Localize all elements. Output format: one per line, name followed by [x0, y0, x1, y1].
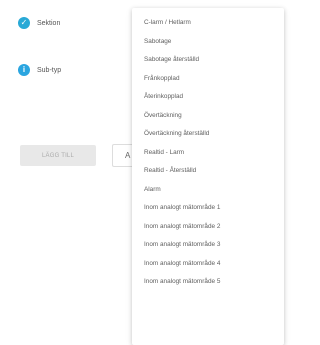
field-label-sektion: Sektion	[37, 19, 61, 27]
dropdown-option[interactable]: Övertäckning	[132, 107, 284, 126]
dropdown-option[interactable]: Sabotage återställd	[132, 51, 284, 70]
dropdown-option[interactable]: Inom analogt mätområde 2	[132, 218, 284, 237]
dropdown-option[interactable]: Realtid - Larm	[132, 144, 284, 163]
dropdown-option[interactable]: Inom analogt mätområde 4	[132, 255, 284, 274]
dropdown-option[interactable]: Realtid - Återställd	[132, 162, 284, 181]
dropdown-option[interactable]: Återinkopplad	[132, 88, 284, 107]
dropdown-option[interactable]: Sabotage	[132, 33, 284, 52]
check-circle-icon: ✓	[18, 17, 30, 29]
dropdown-option[interactable]: Frånkopplad	[132, 70, 284, 89]
dropdown-option[interactable]: Inom analogt mätområde 1	[132, 199, 284, 218]
field-row-subtyp: i Sub-typ	[18, 64, 61, 76]
dropdown-option[interactable]: Inom analogt mätområde 5	[132, 273, 284, 292]
dropdown-option[interactable]: Övertäckning återställd	[132, 125, 284, 144]
field-row-sektion: ✓ Sektion	[18, 17, 60, 29]
dropdown-option[interactable]: Inom analogt mätområde 3	[132, 236, 284, 255]
dropdown-option[interactable]: Alarm	[132, 181, 284, 200]
dropdown-list: C-larm / Hetlarm Sabotage Sabotage åters…	[132, 8, 284, 292]
dropdown-option[interactable]: C-larm / Hetlarm	[132, 14, 284, 33]
field-label-subtyp: Sub-typ	[37, 66, 62, 74]
dropdown-menu: C-larm / Hetlarm Sabotage Sabotage åters…	[132, 8, 284, 345]
info-circle-icon: i	[18, 64, 30, 76]
add-button: LÄGG TILL	[20, 145, 96, 166]
